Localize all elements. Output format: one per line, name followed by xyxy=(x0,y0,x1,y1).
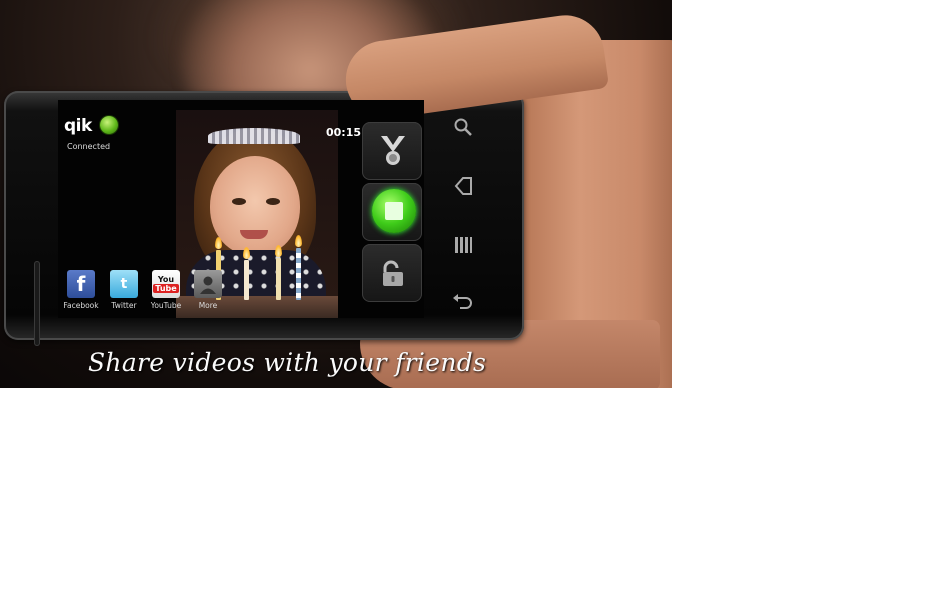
phone-side-button xyxy=(34,261,40,346)
share-youtube-button[interactable]: You Tube YouTube xyxy=(146,270,186,310)
back-icon[interactable] xyxy=(452,293,474,315)
phone-screen: qik Connected 00:15 f Facebook t Twitter… xyxy=(58,100,424,318)
promo-caption: Share videos with your friends xyxy=(88,348,487,377)
record-stop-icon xyxy=(372,189,416,233)
menu-icon[interactable] xyxy=(452,234,474,256)
qik-logo: qik xyxy=(64,116,92,136)
share-label: YouTube xyxy=(150,301,182,310)
share-label: Facebook xyxy=(63,301,99,310)
unlock-icon xyxy=(383,260,403,286)
promo-banner: qik Connected 00:15 f Facebook t Twitter… xyxy=(0,0,672,388)
share-twitter-button[interactable]: t Twitter xyxy=(104,270,144,310)
connection-status-icon xyxy=(100,116,118,134)
youtube-icon: You Tube xyxy=(152,270,180,298)
share-label: Twitter xyxy=(111,301,137,310)
unlock-button[interactable] xyxy=(362,244,422,302)
home-icon[interactable] xyxy=(452,175,474,197)
recording-timer: 00:15 xyxy=(326,126,362,139)
qik-v-badge-icon xyxy=(381,136,405,165)
record-stop-button[interactable] xyxy=(362,183,422,241)
contact-person-icon xyxy=(194,270,222,298)
tiara xyxy=(208,128,300,144)
share-label: More xyxy=(198,301,218,310)
share-facebook-button[interactable]: f Facebook xyxy=(61,270,101,310)
twitter-icon: t xyxy=(110,270,138,298)
facebook-icon: f xyxy=(67,270,95,298)
qik-menu-button[interactable] xyxy=(362,122,422,180)
share-more-button[interactable]: More xyxy=(188,270,228,310)
search-icon[interactable] xyxy=(452,116,474,138)
connection-status: Connected xyxy=(67,142,111,151)
